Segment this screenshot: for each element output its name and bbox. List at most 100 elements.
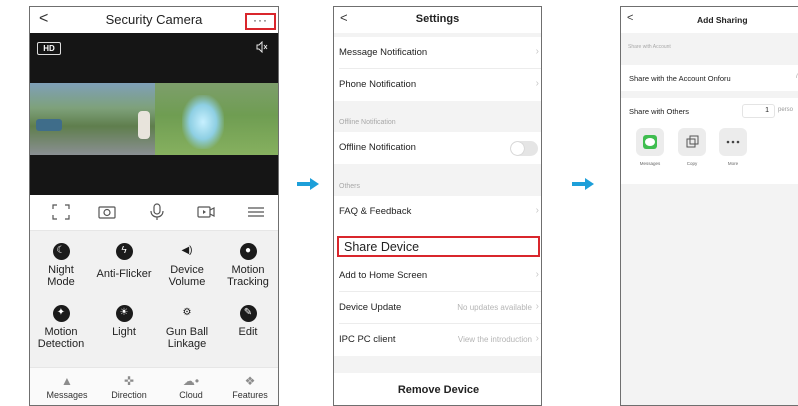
feature-label: Gun Ball Linkage bbox=[165, 326, 209, 350]
hd-button[interactable]: HD bbox=[37, 42, 61, 55]
motion-detection-icon: ✦ bbox=[52, 305, 70, 322]
app-label: Messages bbox=[639, 161, 661, 166]
row-label: Phone Notification bbox=[339, 79, 417, 90]
row-label: Offline Notification bbox=[339, 142, 416, 153]
next-step-arrow bbox=[297, 178, 319, 190]
feature-gun-ball-linkage[interactable]: ⚙ Gun Ball Linkage bbox=[156, 305, 218, 350]
feature-anti-flicker[interactable]: ϟ Anti-Flicker bbox=[93, 243, 155, 280]
row-label: Share with the Account Onforu bbox=[629, 74, 731, 83]
video-controls bbox=[30, 195, 278, 231]
motion-tracking-icon: ● bbox=[239, 243, 257, 260]
feature-label: Light bbox=[112, 326, 136, 338]
night-mode-icon: ☾ bbox=[52, 243, 70, 260]
mute-icon[interactable] bbox=[256, 41, 268, 53]
feature-edit[interactable]: ✎ Edit bbox=[217, 305, 278, 338]
live-video[interactable]: HD bbox=[30, 33, 278, 195]
section-header: Share with Account bbox=[628, 44, 671, 50]
fullscreen-icon[interactable] bbox=[51, 203, 71, 221]
record-icon[interactable] bbox=[196, 203, 216, 221]
row-value: No updates available bbox=[457, 303, 532, 312]
edit-icon: ✎ bbox=[239, 305, 257, 322]
screenshot-icon[interactable] bbox=[97, 203, 117, 221]
ipc-pc-client-row[interactable]: IPC PC client View the introduction › bbox=[334, 324, 541, 356]
tracked-person-highlight bbox=[182, 95, 224, 149]
chevron-right-icon: › bbox=[535, 301, 539, 312]
volume-icon: ◀) bbox=[181, 245, 193, 256]
cloud-icon: ☁• bbox=[182, 374, 200, 388]
direction-icon: ✜ bbox=[123, 374, 135, 388]
share-with-account-row[interactable]: Share with the Account Onforu / bbox=[621, 65, 798, 91]
row-label: Share with Others bbox=[629, 107, 690, 116]
more-options-button[interactable]: ··· bbox=[245, 13, 276, 30]
settings-screen: < Settings Message Notification › Phone … bbox=[333, 6, 542, 406]
faq-row[interactable]: FAQ & Feedback › bbox=[334, 196, 541, 228]
offline-notification-row: Offline Notification bbox=[334, 132, 541, 164]
tab-messages[interactable]: ▲ Messages bbox=[36, 374, 98, 400]
microphone-icon[interactable] bbox=[147, 203, 167, 221]
feature-device-volume[interactable]: ◀) Device Volume bbox=[156, 243, 218, 288]
share-count-input[interactable]: 1 bbox=[742, 104, 775, 118]
offline-notification-toggle[interactable] bbox=[510, 141, 538, 156]
more-icon bbox=[719, 128, 747, 156]
share-more-button[interactable]: More bbox=[718, 128, 748, 166]
feature-night-mode[interactable]: ☾ Night Mode bbox=[30, 243, 92, 288]
feature-motion-tracking[interactable]: ● Motion Tracking bbox=[217, 243, 278, 288]
row-value: View the introduction bbox=[457, 335, 532, 344]
share-copy-button[interactable]: Copy bbox=[677, 128, 707, 166]
copy-icon bbox=[678, 128, 706, 156]
row-label: Device Update bbox=[339, 302, 402, 313]
tab-label: Direction bbox=[111, 390, 147, 400]
device-update-row[interactable]: Device Update No updates available › bbox=[334, 292, 541, 324]
share-with-others-row: Share with Others 1 perso bbox=[621, 98, 798, 124]
row-label: Add to Home Screen bbox=[339, 270, 428, 281]
feature-motion-detection[interactable]: ✦ Motion Detection bbox=[30, 305, 92, 350]
chevron-right-icon: › bbox=[535, 46, 539, 57]
app-label: Copy bbox=[686, 161, 698, 166]
feature-label: Motion Tracking bbox=[227, 264, 269, 288]
add-sharing-header: < Add Sharing bbox=[621, 7, 798, 33]
chevron-right-icon: › bbox=[535, 333, 539, 344]
app-label: More bbox=[727, 161, 739, 166]
chevron-right-icon: › bbox=[535, 205, 539, 216]
feature-label: Edit bbox=[238, 326, 258, 338]
row-label: FAQ & Feedback bbox=[339, 206, 412, 217]
chevron-right-icon: › bbox=[535, 269, 539, 280]
feature-grid: ☾ Night Mode ϟ Anti-Flicker ◀) Device Vo… bbox=[30, 231, 278, 367]
camera-header: < Security Camera ··· bbox=[30, 7, 278, 33]
car-in-feed bbox=[36, 119, 62, 131]
share-device-row[interactable]: Share Device bbox=[337, 236, 540, 257]
row-label: Share Device bbox=[344, 240, 420, 254]
phone-notification-row[interactable]: Phone Notification › bbox=[334, 69, 541, 101]
section-header: Offline Notification bbox=[339, 119, 396, 126]
person-in-feed bbox=[138, 111, 150, 139]
features-icon: ❖ bbox=[244, 374, 256, 388]
tab-direction[interactable]: ✜ Direction bbox=[98, 374, 160, 400]
chevron-right-icon: › bbox=[535, 78, 539, 89]
row-label: Message Notification bbox=[339, 47, 428, 58]
add-to-home-row[interactable]: Add to Home Screen › bbox=[334, 260, 541, 292]
row-label: IPC PC client bbox=[339, 334, 396, 345]
tab-features[interactable]: ❖ Features bbox=[219, 374, 278, 400]
gun-ball-linkage-icon: ⚙ bbox=[182, 307, 192, 318]
bell-icon: ▲ bbox=[61, 374, 73, 388]
feature-light[interactable]: ☀ Light bbox=[93, 305, 155, 338]
page-title: Settings bbox=[415, 13, 460, 25]
bottom-tab-bar: ▲ Messages ✜ Direction ☁• Cloud ❖ Featur… bbox=[30, 367, 278, 405]
tab-cloud[interactable]: ☁• Cloud bbox=[160, 374, 222, 400]
chevron-right-icon: / bbox=[796, 74, 798, 80]
feature-label: Night Mode bbox=[47, 264, 75, 288]
page-title: Security Camera bbox=[105, 12, 203, 27]
section-header: Others bbox=[339, 183, 361, 190]
camera-screen: < Security Camera ··· HD ☾ Night Mode ϟ … bbox=[29, 6, 279, 406]
add-sharing-screen: < Add Sharing Share with Account Share w… bbox=[620, 6, 798, 406]
share-messages-button[interactable]: Messages bbox=[635, 128, 665, 166]
tab-label: Cloud bbox=[179, 390, 203, 400]
light-icon: ☀ bbox=[115, 305, 133, 322]
back-button[interactable]: < bbox=[627, 12, 633, 24]
menu-icon[interactable] bbox=[246, 203, 266, 221]
page-title: Add Sharing bbox=[697, 15, 748, 25]
tab-label: Features bbox=[232, 390, 268, 400]
message-notification-row[interactable]: Message Notification › bbox=[334, 37, 541, 69]
feature-label: Device Volume bbox=[168, 264, 206, 288]
remove-device-button[interactable]: Remove Device bbox=[334, 373, 541, 405]
